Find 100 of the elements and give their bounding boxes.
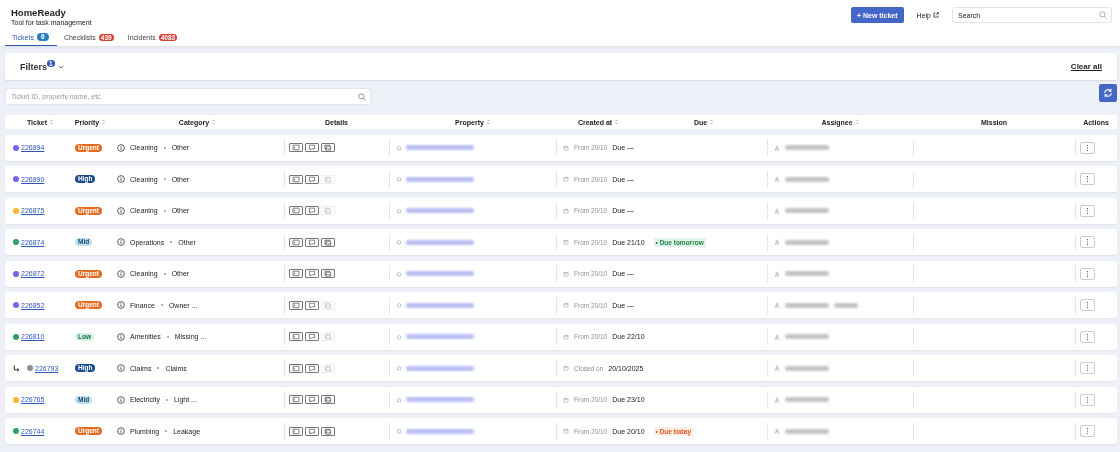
frame-icon	[292, 364, 300, 372]
speech-bubble-icon	[308, 301, 316, 309]
redacted-text	[785, 428, 829, 434]
more-vertical-icon	[1086, 395, 1089, 404]
photos-icon	[324, 427, 332, 435]
preview-button[interactable]	[289, 426, 303, 436]
info-icon	[117, 427, 125, 435]
user-icon	[774, 396, 780, 403]
photos-button[interactable]	[321, 426, 335, 436]
user-icon	[774, 302, 780, 308]
redacted-text	[785, 145, 829, 150]
redacted-text	[406, 428, 474, 434]
redacted-text	[406, 302, 474, 308]
info-icon	[117, 238, 125, 246]
user-icon	[774, 333, 780, 340]
user-icon	[774, 144, 780, 151]
info-icon	[117, 143, 125, 152]
calendar-icon	[563, 302, 569, 308]
preview-button[interactable]	[289, 269, 303, 278]
comment-button[interactable]	[305, 269, 319, 278]
redacted-text	[406, 365, 474, 371]
more-vertical-icon	[1086, 175, 1089, 183]
preview-button[interactable]	[289, 332, 303, 341]
frame-icon	[292, 427, 300, 435]
info-icon	[117, 364, 125, 372]
comment-button[interactable]	[305, 206, 319, 215]
photos-icon	[324, 301, 332, 309]
more-vertical-icon	[1086, 238, 1089, 246]
calendar-icon	[563, 144, 569, 151]
preview-button[interactable]	[289, 143, 303, 152]
calendar-icon	[563, 396, 569, 403]
preview-button[interactable]	[289, 237, 303, 247]
search-icon	[358, 92, 366, 101]
calendar-icon	[563, 207, 569, 214]
preview-button[interactable]	[289, 174, 303, 184]
redacted-text	[785, 176, 829, 182]
home-icon	[396, 428, 402, 434]
photos-icon	[324, 238, 332, 246]
frame-icon	[292, 333, 300, 340]
home-icon	[396, 396, 402, 403]
preview-button[interactable]	[289, 363, 303, 373]
frame-icon	[292, 175, 300, 183]
frame-icon	[292, 270, 300, 277]
comment-button[interactable]	[305, 143, 319, 152]
refresh-button[interactable]	[1099, 83, 1117, 102]
user-icon	[774, 176, 780, 182]
speech-bubble-icon	[308, 144, 316, 151]
info-icon	[117, 175, 125, 183]
app-title: HomeReady	[11, 7, 67, 18]
more-vertical-icon	[1086, 301, 1089, 309]
home-icon	[396, 270, 402, 277]
clear-all-link[interactable]: Clear all	[1070, 62, 1102, 71]
redacted-text	[406, 208, 474, 213]
speech-bubble-icon	[308, 238, 316, 246]
comment-button[interactable]	[305, 332, 319, 341]
frame-icon	[292, 396, 300, 403]
comment-button[interactable]	[305, 395, 319, 404]
more-vertical-icon	[1086, 364, 1089, 372]
calendar-icon	[563, 333, 569, 340]
more-vertical-icon	[1086, 206, 1089, 215]
redacted-text	[406, 176, 474, 182]
redacted-text	[785, 334, 829, 339]
redacted-text	[785, 271, 829, 276]
comment-button[interactable]	[305, 174, 319, 184]
refresh-icon	[1103, 87, 1113, 98]
speech-bubble-icon	[308, 207, 316, 214]
speech-bubble-icon	[308, 333, 316, 340]
comment-button[interactable]	[305, 300, 319, 310]
more-vertical-icon	[1086, 427, 1089, 435]
photos-button[interactable]	[321, 269, 335, 278]
preview-button[interactable]	[289, 206, 303, 215]
filters-toggle[interactable]: Filters $^{1}$	[20, 61, 64, 72]
photos-icon	[324, 396, 332, 403]
more-vertical-icon	[1086, 143, 1089, 152]
home-icon	[396, 207, 402, 214]
photos-button[interactable]	[321, 143, 335, 152]
preview-button[interactable]	[289, 300, 303, 310]
user-icon	[774, 239, 780, 245]
comment-button[interactable]	[305, 237, 319, 247]
chevron-down-icon	[57, 64, 64, 69]
home-icon	[396, 365, 402, 371]
frame-icon	[292, 144, 300, 151]
photos-button[interactable]	[321, 237, 335, 247]
more-vertical-icon	[1086, 269, 1089, 278]
calendar-icon	[563, 239, 569, 245]
external-link-icon	[933, 12, 939, 18]
more-vertical-icon	[1086, 332, 1089, 341]
user-icon	[774, 365, 780, 371]
redacted-text	[406, 239, 474, 245]
home-icon	[396, 176, 402, 182]
photos-icon	[324, 207, 332, 214]
comment-button[interactable]	[305, 363, 319, 373]
comment-button[interactable]	[305, 426, 319, 436]
info-icon	[117, 332, 125, 341]
redacted-text	[406, 334, 474, 339]
preview-button[interactable]	[289, 395, 303, 404]
info-icon	[117, 269, 125, 278]
photos-button[interactable]	[321, 395, 335, 404]
frame-icon	[292, 301, 300, 309]
frame-icon	[292, 238, 300, 246]
